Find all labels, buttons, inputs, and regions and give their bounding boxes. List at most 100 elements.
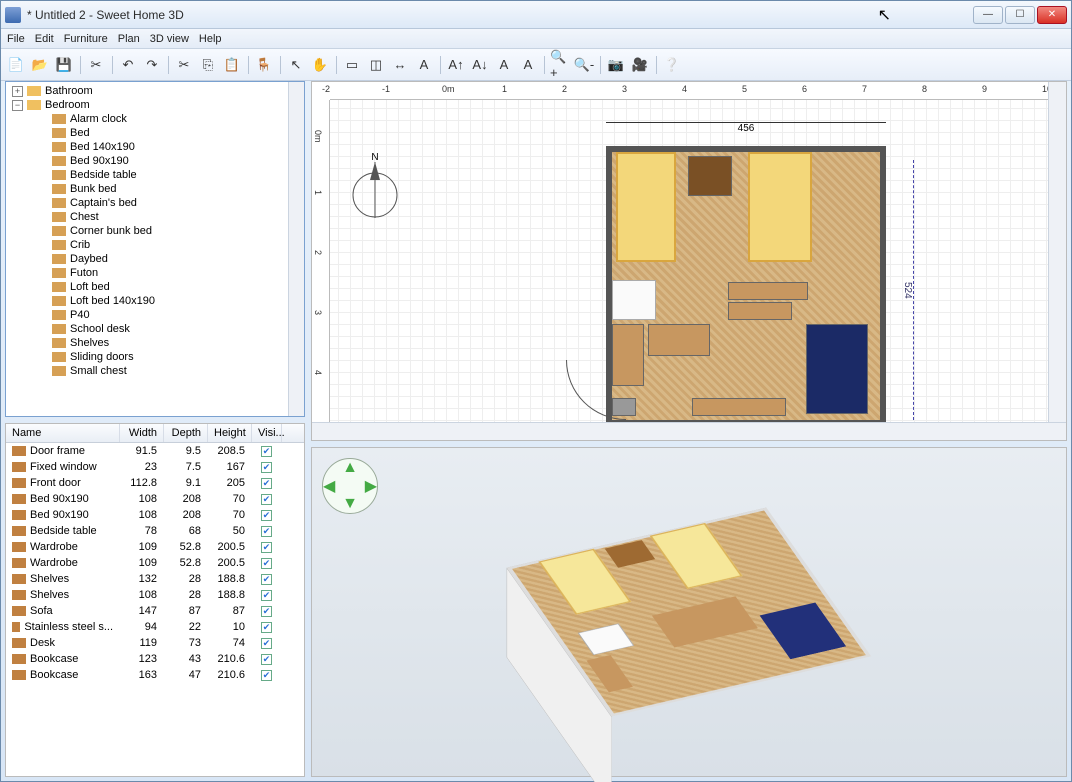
view-3d-nav-control[interactable]: ▲ ▼ ◀ ▶: [322, 458, 378, 514]
pan-tool-icon[interactable]: ✋: [309, 54, 331, 76]
table-row[interactable]: Fixed window237.5167✔: [6, 459, 304, 475]
scrollbar-vertical[interactable]: [1048, 82, 1066, 422]
create-walls-icon[interactable]: ▭: [341, 54, 363, 76]
visible-checkbox[interactable]: ✔: [261, 638, 272, 649]
catalog-item[interactable]: Bunk bed: [6, 182, 304, 196]
table-row[interactable]: Desk1197374✔: [6, 635, 304, 651]
catalog-item[interactable]: Shelves: [6, 336, 304, 350]
catalog-item[interactable]: Daybed: [6, 252, 304, 266]
catalog-item[interactable]: Corner bunk bed: [6, 224, 304, 238]
video-icon[interactable]: 🎥: [629, 54, 651, 76]
plan-sofa[interactable]: [806, 324, 868, 414]
plan-bed-2[interactable]: [748, 152, 812, 262]
menu-plan[interactable]: Plan: [118, 33, 140, 45]
catalog-category[interactable]: −Bedroom: [6, 98, 304, 112]
table-row[interactable]: Shelves10828188.8✔: [6, 587, 304, 603]
create-dimensions-icon[interactable]: ↔: [389, 54, 411, 76]
titlebar[interactable]: * Untitled 2 - Sweet Home 3D — ☐ ✕: [1, 1, 1071, 29]
visible-checkbox[interactable]: ✔: [261, 542, 272, 553]
table-row[interactable]: Sofa1478787✔: [6, 603, 304, 619]
view-3d-panel[interactable]: ▲ ▼ ◀ ▶: [311, 447, 1067, 777]
col-height[interactable]: Height: [208, 424, 252, 442]
minimize-button[interactable]: —: [973, 6, 1003, 24]
visible-checkbox[interactable]: ✔: [261, 622, 272, 633]
col-depth[interactable]: Depth: [164, 424, 208, 442]
furniture-catalog-tree[interactable]: +Bathroom−BedroomAlarm clockBedBed 140x1…: [5, 81, 305, 417]
scrollbar-vertical[interactable]: [288, 82, 304, 416]
undo-icon[interactable]: ↶: [117, 54, 139, 76]
plan-shelves-1[interactable]: [728, 282, 808, 300]
menu-help[interactable]: Help: [199, 33, 222, 45]
visible-checkbox[interactable]: ✔: [261, 446, 272, 457]
plan-canvas[interactable]: N 456 524 23.34 m²: [330, 100, 1048, 422]
col-name[interactable]: Name: [6, 424, 120, 442]
catalog-category[interactable]: +Bathroom: [6, 84, 304, 98]
menu-edit[interactable]: Edit: [35, 33, 54, 45]
select-tool-icon[interactable]: ↖: [285, 54, 307, 76]
visible-checkbox[interactable]: ✔: [261, 654, 272, 665]
visible-checkbox[interactable]: ✔: [261, 462, 272, 473]
col-visible[interactable]: Visi...: [252, 424, 282, 442]
catalog-item[interactable]: Alarm clock: [6, 112, 304, 126]
nav-down-icon[interactable]: ▼: [342, 495, 358, 513]
new-icon[interactable]: 📄: [5, 54, 27, 76]
catalog-item[interactable]: P40: [6, 308, 304, 322]
text-size-down-icon[interactable]: A↓: [469, 54, 491, 76]
plan-2d-panel[interactable]: -2-10m123456789101112 0m12345 N 456 524: [311, 81, 1067, 441]
menu-file[interactable]: File: [7, 33, 25, 45]
catalog-item[interactable]: Chest: [6, 210, 304, 224]
table-row[interactable]: Stainless steel s...942210✔: [6, 619, 304, 635]
table-row[interactable]: Bookcase16347210.6✔: [6, 667, 304, 683]
create-text-icon[interactable]: A: [413, 54, 435, 76]
plan-desk[interactable]: [612, 280, 656, 320]
zoom-out-icon[interactable]: 🔍-: [573, 54, 595, 76]
zoom-in-icon[interactable]: 🔍+: [549, 54, 571, 76]
catalog-item[interactable]: Sliding doors: [6, 350, 304, 364]
catalog-item[interactable]: School desk: [6, 322, 304, 336]
table-row[interactable]: Door frame91.59.5208.5✔: [6, 443, 304, 459]
table-row[interactable]: Shelves13228188.8✔: [6, 571, 304, 587]
nav-left-icon[interactable]: ◀: [323, 476, 335, 496]
italic-icon[interactable]: A: [517, 54, 539, 76]
visible-checkbox[interactable]: ✔: [261, 526, 272, 537]
help-icon[interactable]: ❔: [661, 54, 683, 76]
col-width[interactable]: Width: [120, 424, 164, 442]
expand-icon[interactable]: +: [12, 86, 23, 97]
visible-checkbox[interactable]: ✔: [261, 670, 272, 681]
catalog-item[interactable]: Bed: [6, 126, 304, 140]
visible-checkbox[interactable]: ✔: [261, 478, 272, 489]
nav-right-icon[interactable]: ▶: [365, 476, 377, 496]
table-row[interactable]: Bed 90x19010820870✔: [6, 507, 304, 523]
save-icon[interactable]: 💾: [53, 54, 75, 76]
cut-icon[interactable]: ✂: [173, 54, 195, 76]
scrollbar-horizontal[interactable]: [312, 422, 1066, 440]
catalog-item[interactable]: Bed 140x190: [6, 140, 304, 154]
plan-wardrobe-2[interactable]: [648, 324, 710, 356]
furniture-list-table[interactable]: Name Width Depth Height Visi... Door fra…: [5, 423, 305, 777]
plan-bed-1[interactable]: [616, 152, 676, 262]
text-size-up-icon[interactable]: A↑: [445, 54, 467, 76]
visible-checkbox[interactable]: ✔: [261, 606, 272, 617]
catalog-item[interactable]: Captain's bed: [6, 196, 304, 210]
add-furniture-icon[interactable]: 🪑: [253, 54, 275, 76]
table-row[interactable]: Wardrobe10952.8200.5✔: [6, 539, 304, 555]
copy-icon[interactable]: ⎘: [197, 54, 219, 76]
open-icon[interactable]: 📂: [29, 54, 51, 76]
visible-checkbox[interactable]: ✔: [261, 590, 272, 601]
close-button[interactable]: ✕: [1037, 6, 1067, 24]
menu-furniture[interactable]: Furniture: [64, 33, 108, 45]
visible-checkbox[interactable]: ✔: [261, 558, 272, 569]
catalog-item[interactable]: Small chest: [6, 364, 304, 378]
photo-icon[interactable]: 📷: [605, 54, 627, 76]
plan-bookcase-1[interactable]: [692, 398, 786, 416]
redo-icon[interactable]: ↷: [141, 54, 163, 76]
visible-checkbox[interactable]: ✔: [261, 494, 272, 505]
catalog-item[interactable]: Crib: [6, 238, 304, 252]
bold-icon[interactable]: A: [493, 54, 515, 76]
plan-shelves-2[interactable]: [728, 302, 792, 320]
table-row[interactable]: Bedside table786850✔: [6, 523, 304, 539]
menu-3dview[interactable]: 3D view: [150, 33, 189, 45]
table-row[interactable]: Front door112.89.1205✔: [6, 475, 304, 491]
table-row[interactable]: Bed 90x19010820870✔: [6, 491, 304, 507]
visible-checkbox[interactable]: ✔: [261, 510, 272, 521]
